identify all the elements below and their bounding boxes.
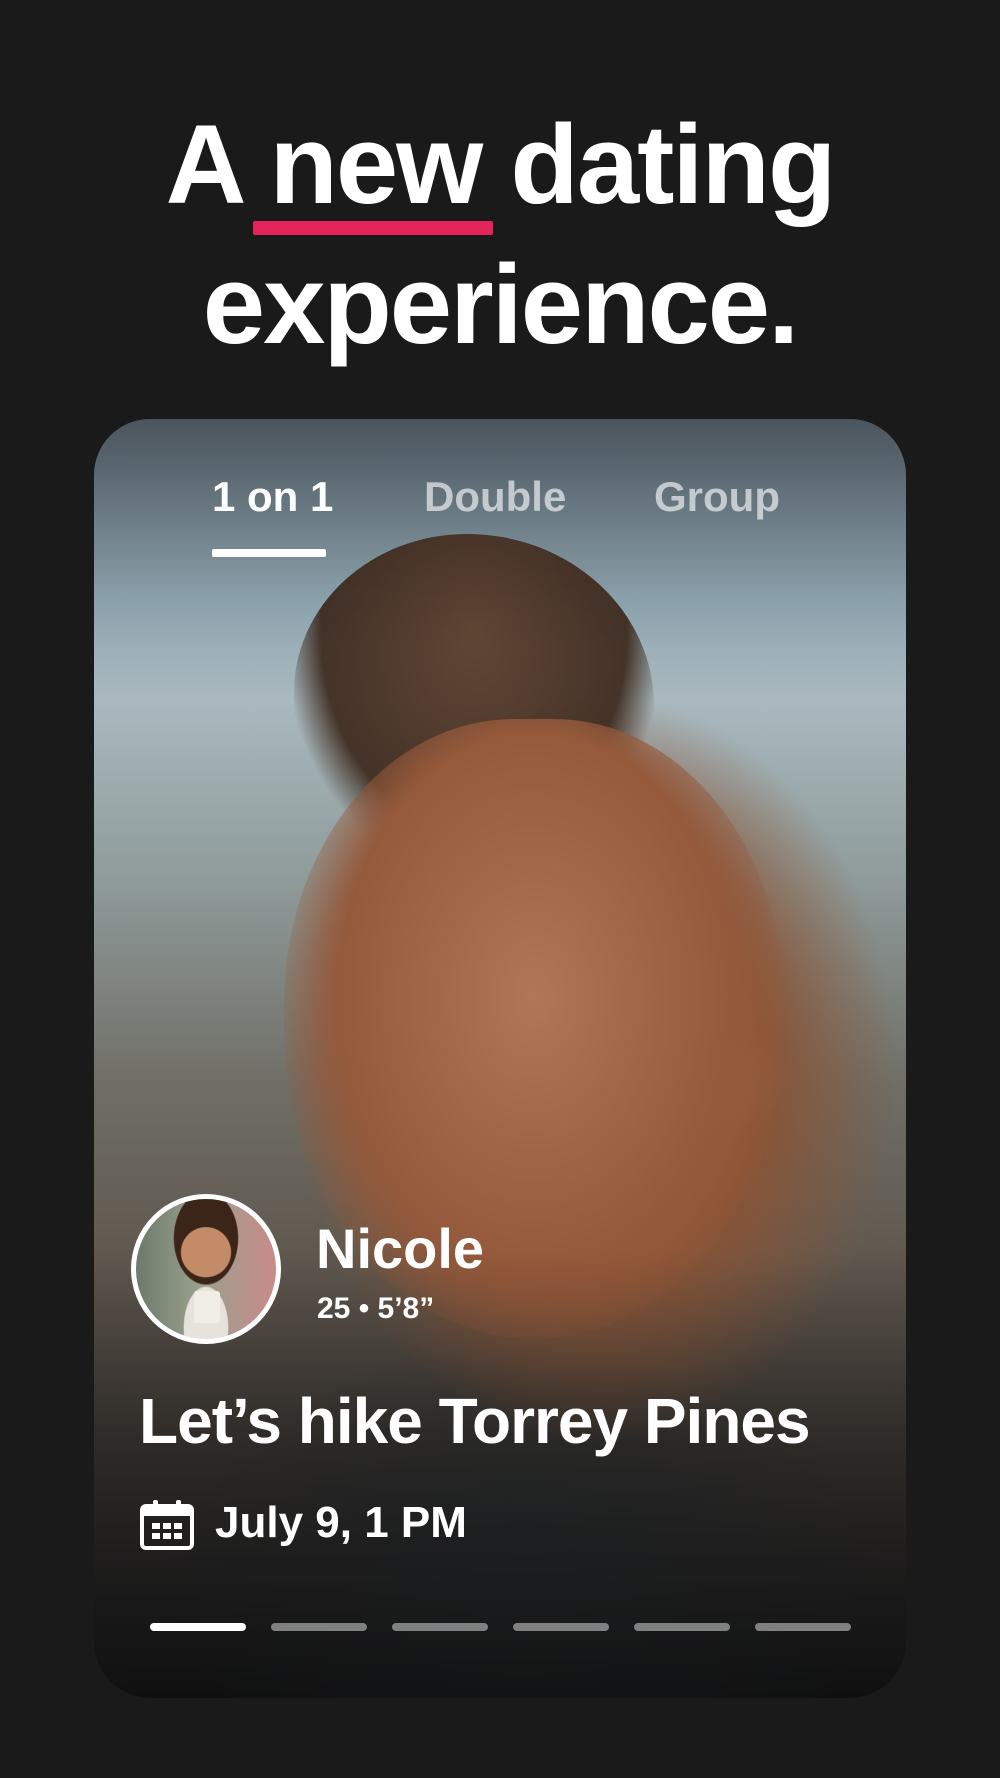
- avatar-coffee-cup: [194, 1291, 220, 1323]
- progress-segment: [150, 1623, 246, 1631]
- tab-group[interactable]: Group: [654, 467, 780, 527]
- headline-line-1: A new dating: [165, 102, 837, 227]
- profile-card[interactable]: 1 on 1 Double Group Nicole 25 • 5’8” Let…: [94, 419, 906, 1698]
- progress-segment: [271, 1623, 367, 1631]
- photo-progress-indicator: [150, 1623, 851, 1631]
- headline-underline-accent: [253, 221, 493, 235]
- date-time-text: July 9, 1 PM: [215, 1498, 467, 1547]
- headline-line-2: experience.: [202, 242, 799, 367]
- active-tab-indicator: [212, 549, 326, 557]
- progress-segment: [513, 1623, 609, 1631]
- tab-double[interactable]: Double: [424, 467, 566, 527]
- date-type-tabs: 1 on 1 Double Group: [94, 467, 906, 557]
- progress-segment: [634, 1623, 730, 1631]
- avatar[interactable]: [131, 1194, 281, 1344]
- tab-1-on-1[interactable]: 1 on 1: [212, 467, 333, 527]
- calendar-icon: [140, 1500, 194, 1550]
- progress-segment: [392, 1623, 488, 1631]
- headline: A new dating experience.: [0, 95, 1000, 375]
- progress-segment: [755, 1623, 851, 1631]
- profile-details: 25 • 5’8”: [317, 1292, 435, 1325]
- profile-name: Nicole: [316, 1217, 485, 1280]
- date-activity-title: Let’s hike Torrey Pines: [139, 1385, 811, 1457]
